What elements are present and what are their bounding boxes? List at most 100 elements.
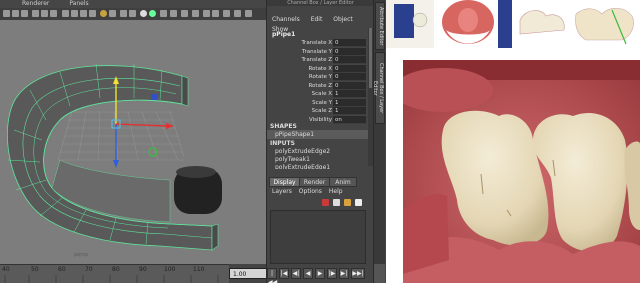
- playback-controls: |◀◀ |◀ ◀| ◀ ▶ |▶ ▶| ▶▶|: [267, 266, 373, 283]
- xray-joints-icon[interactable]: [129, 10, 136, 17]
- step-back-frame-button[interactable]: ◀|: [291, 268, 301, 279]
- textured-icon[interactable]: [89, 10, 96, 17]
- viewport-toolbar: [0, 8, 266, 20]
- viewport-menu-renderer[interactable]: Renderer: [22, 0, 49, 7]
- scene-view[interactable]: [0, 20, 266, 264]
- timeline-tick-label: 40: [2, 266, 10, 273]
- tab-channel-box-layer-editor[interactable]: Channel Box / Layer Editor: [372, 52, 385, 124]
- attribute-row[interactable]: Scale X 1: [267, 90, 372, 98]
- gamma-icon[interactable]: [160, 10, 167, 17]
- panel-layout-icon[interactable]: [245, 10, 252, 17]
- view-transform-icon[interactable]: [181, 10, 188, 17]
- timeline-tick-label: 110: [193, 266, 205, 273]
- step-back-key-button[interactable]: |◀: [279, 268, 289, 279]
- layer-list[interactable]: [270, 210, 366, 264]
- isolate-select-icon[interactable]: [140, 10, 147, 17]
- attribute-value[interactable]: 0: [333, 56, 366, 64]
- timeline-tick-label: 60: [58, 266, 66, 273]
- attribute-value[interactable]: on: [333, 115, 366, 124]
- grid-icon[interactable]: [32, 10, 39, 17]
- go-to-end-button[interactable]: ▶▶|: [351, 268, 365, 279]
- attribute-row[interactable]: Rotate Y 0: [267, 73, 372, 81]
- layer-delete-icon[interactable]: [344, 199, 351, 206]
- step-forward-frame-button[interactable]: |▶: [327, 268, 337, 279]
- menu-edit[interactable]: Edit: [311, 16, 323, 23]
- tab-render[interactable]: Render: [299, 177, 330, 187]
- pipe-mesh[interactable]: [7, 63, 219, 251]
- go-to-start-button[interactable]: |◀◀: [267, 268, 277, 283]
- attribute-value[interactable]: 0: [333, 39, 366, 47]
- time-slider[interactable]: 40 50 60 70 80 90 100 110: [0, 264, 229, 283]
- shape-node[interactable]: pPipeShape1: [275, 131, 314, 138]
- attribute-row[interactable]: Rotate Z 0: [267, 81, 372, 90]
- play-forward-button[interactable]: ▶: [315, 268, 325, 279]
- exposure-icon[interactable]: [170, 10, 177, 17]
- node-name[interactable]: pPipe1: [272, 31, 295, 38]
- attribute-value[interactable]: 1: [333, 90, 366, 98]
- attribute-label: Rotate X: [308, 65, 332, 72]
- tooth-photo-image: [403, 60, 640, 283]
- layer-new-selected-icon[interactable]: [333, 199, 340, 206]
- smooth-shade-icon[interactable]: [71, 10, 78, 17]
- menu-help[interactable]: Help: [329, 188, 343, 195]
- motion-blur-icon[interactable]: [203, 10, 210, 17]
- side-tab-strip: Attribute Editor Channel Box / Layer Edi…: [372, 0, 385, 283]
- 3d-viewport[interactable]: Renderer Panels persp: [0, 0, 266, 264]
- attribute-row[interactable]: Scale Y 1: [267, 98, 372, 107]
- attribute-value[interactable]: 0: [333, 47, 366, 56]
- thumbnail-row[interactable]: [386, 0, 640, 48]
- attribute-row[interactable]: Rotate X 0: [267, 64, 372, 73]
- film-gate-icon[interactable]: [41, 10, 48, 17]
- menu-channels[interactable]: Channels: [272, 16, 300, 23]
- attribute-label: Visibility: [308, 116, 332, 123]
- channel-box-title: Channel Box / Layer Editor: [267, 0, 374, 6]
- channel-box-scroll-thumb[interactable]: [369, 28, 372, 88]
- layer-options-icon[interactable]: [355, 199, 362, 206]
- layer-editor-menu: Layers Options Help: [272, 188, 348, 195]
- timeline-tick-label: 50: [31, 266, 39, 273]
- wireframe-on-shaded-icon[interactable]: [80, 10, 87, 17]
- high-quality-icon[interactable]: [149, 10, 156, 17]
- menu-layers[interactable]: Layers: [272, 188, 292, 195]
- current-time-field[interactable]: 1.00: [229, 268, 267, 279]
- viewport-menubar: Renderer Panels: [0, 0, 266, 8]
- play-backward-button[interactable]: ◀: [303, 268, 313, 279]
- attribute-value[interactable]: 1: [333, 107, 366, 115]
- camera-icon[interactable]: [3, 10, 10, 17]
- attribute-row[interactable]: Translate Z 0: [267, 56, 372, 64]
- input-node[interactable]: polyExtrudeEdge2: [275, 148, 330, 155]
- ground-grid: [57, 111, 185, 161]
- tab-display[interactable]: Display: [269, 177, 300, 187]
- side-strip-footer: [374, 264, 385, 283]
- bookmark-icon[interactable]: [12, 10, 19, 17]
- layer-tabs: Display Render Anim: [269, 177, 371, 187]
- image-plane-icon[interactable]: [21, 10, 28, 17]
- tab-anim[interactable]: Anim: [329, 177, 357, 187]
- screen-space-icon[interactable]: [234, 10, 241, 17]
- wireframe-icon[interactable]: [62, 10, 69, 17]
- ambient-occlusion-icon[interactable]: [192, 10, 199, 17]
- resolution-gate-icon[interactable]: [50, 10, 57, 17]
- menu-options[interactable]: Options: [299, 188, 322, 195]
- xray-icon[interactable]: [120, 10, 127, 17]
- attribute-value[interactable]: 0: [333, 73, 366, 81]
- attribute-row[interactable]: Translate X 0: [267, 39, 372, 47]
- shadows-icon[interactable]: [109, 10, 116, 17]
- lighting-icon[interactable]: [100, 10, 107, 17]
- attribute-row[interactable]: Translate Y 0: [267, 47, 372, 56]
- tab-attribute-editor[interactable]: Attribute Editor: [375, 2, 385, 50]
- antialias-icon[interactable]: [212, 10, 219, 17]
- layer-new-icon[interactable]: [322, 199, 329, 206]
- viewport-menu-panels[interactable]: Panels: [69, 0, 88, 7]
- attribute-value[interactable]: 0: [333, 64, 366, 73]
- attribute-value[interactable]: 1: [333, 98, 366, 107]
- tooth-block[interactable]: [174, 166, 222, 214]
- attribute-label: Rotate Y: [308, 74, 332, 80]
- menu-object[interactable]: Object: [333, 16, 353, 23]
- step-forward-key-button[interactable]: ▶|: [339, 268, 349, 279]
- input-node[interactable]: polyExtrudeEdge1: [275, 164, 330, 169]
- depth-of-field-icon[interactable]: [223, 10, 230, 17]
- attribute-row[interactable]: Scale Z 1: [267, 107, 372, 115]
- input-node[interactable]: polyTweak1: [275, 156, 310, 163]
- attribute-value[interactable]: 0: [333, 81, 366, 90]
